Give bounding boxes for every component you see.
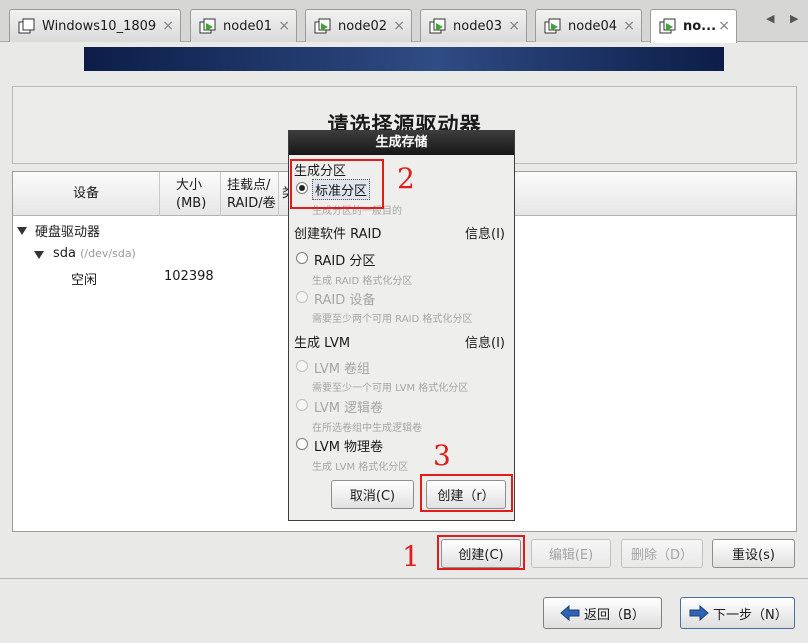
back-button[interactable]: 返回（B） bbox=[543, 597, 662, 629]
lvm-logical-label[interactable]: LVM 逻辑卷 bbox=[314, 397, 383, 416]
vm-running-icon bbox=[429, 18, 446, 33]
close-icon[interactable]: × bbox=[718, 19, 730, 33]
lvm-physical-desc: 生成 LVM 格式化分区 bbox=[312, 462, 409, 473]
tab-node01[interactable]: node01 × bbox=[190, 9, 297, 42]
raid-info-link[interactable]: 信息(I) bbox=[465, 223, 505, 242]
vm-tab-bar: Windows10_1809 × node01 × node02 × node0… bbox=[0, 0, 808, 43]
vm-running-icon bbox=[659, 18, 676, 34]
raid-device-label[interactable]: RAID 设备 bbox=[314, 289, 375, 308]
lvm-logical-radio[interactable] bbox=[296, 399, 308, 411]
expand-arrow-icon[interactable] bbox=[34, 251, 44, 259]
tab-node02[interactable]: node02 × bbox=[305, 9, 412, 42]
next-button[interactable]: 下一步（N） bbox=[680, 597, 795, 629]
disk-path: (/dev/sda) bbox=[80, 247, 136, 260]
column-device[interactable]: 设备 bbox=[13, 172, 160, 216]
tree-item-free[interactable]: 空闲 bbox=[71, 269, 97, 288]
annotation-number: 1 bbox=[402, 540, 420, 573]
scroll-right-icon[interactable]: ▶ bbox=[790, 12, 798, 25]
disk-name: sda bbox=[53, 246, 76, 261]
tab-label: Windows10_1809 bbox=[42, 18, 157, 34]
lvm-group-label[interactable]: LVM 卷组 bbox=[314, 358, 370, 377]
tree-item-hard-drives[interactable]: 硬盘驱动器 bbox=[35, 221, 100, 240]
close-icon[interactable]: × bbox=[278, 19, 290, 33]
close-icon[interactable]: × bbox=[508, 19, 520, 33]
close-icon[interactable]: × bbox=[623, 19, 635, 33]
tab-windows10[interactable]: Windows10_1809 × bbox=[9, 9, 181, 42]
dialog-cancel-button[interactable]: 取消(C) bbox=[331, 480, 414, 509]
vm-running-icon bbox=[314, 18, 331, 33]
lvm-group-desc: 需要至少一个可用 LVM 格式化分区 bbox=[312, 383, 469, 394]
tab-node03[interactable]: node03 × bbox=[420, 9, 527, 42]
next-label: 下一步（N） bbox=[713, 607, 788, 623]
lvm-physical-label[interactable]: LVM 物理卷 bbox=[314, 436, 383, 455]
highlight-standard-partition bbox=[290, 159, 384, 209]
footer-divider bbox=[0, 578, 808, 579]
lvm-physical-radio[interactable] bbox=[296, 438, 308, 450]
raid-device-radio[interactable] bbox=[296, 291, 308, 303]
raid-partition-label[interactable]: RAID 分区 bbox=[314, 250, 375, 269]
back-label: 返回（B） bbox=[584, 607, 645, 623]
section-create-lvm: 生成 LVM bbox=[294, 336, 351, 351]
raid-device-desc: 需要至少两个可用 RAID 格式化分区 bbox=[312, 314, 473, 325]
section-create-raid: 创建软件 RAID bbox=[294, 227, 382, 242]
highlight-create-button bbox=[437, 535, 525, 570]
vm-running-icon bbox=[544, 18, 561, 33]
expand-arrow-icon[interactable] bbox=[17, 227, 27, 235]
highlight-dialog-create bbox=[420, 474, 513, 512]
edit-button[interactable]: 编辑(E) bbox=[531, 539, 611, 568]
lvm-logical-desc: 在所选卷组中生成逻辑卷 bbox=[312, 423, 422, 434]
delete-button[interactable]: 删除（D） bbox=[621, 539, 703, 568]
tab-node04[interactable]: node04 × bbox=[535, 9, 642, 42]
annotation-number: 3 bbox=[433, 439, 451, 472]
tab-active-vm[interactable]: no... × bbox=[650, 9, 737, 43]
close-icon[interactable]: × bbox=[162, 19, 174, 33]
close-icon[interactable]: × bbox=[393, 19, 405, 33]
vm-running-icon bbox=[199, 18, 216, 33]
free-size-value: 102398 bbox=[164, 269, 214, 284]
next-arrow-icon bbox=[689, 605, 709, 621]
lvm-group-radio[interactable] bbox=[296, 360, 308, 372]
column-size[interactable]: 大小 (MB) bbox=[160, 172, 221, 216]
dialog-title: 生成存储 bbox=[289, 131, 514, 155]
scroll-left-icon[interactable]: ◀ bbox=[766, 12, 774, 25]
column-mount[interactable]: 挂载点/ RAID/卷 bbox=[221, 172, 279, 216]
tree-item-sda[interactable]: sda (/dev/sda) bbox=[53, 246, 136, 261]
annotation-number: 2 bbox=[397, 162, 415, 195]
raid-partition-desc: 生成 RAID 格式化分区 bbox=[312, 276, 413, 287]
back-arrow-icon bbox=[560, 605, 580, 621]
raid-partition-radio[interactable] bbox=[296, 252, 308, 264]
vm-window-icon bbox=[18, 18, 35, 33]
lvm-info-link[interactable]: 信息(I) bbox=[465, 332, 505, 351]
installer-banner bbox=[84, 47, 724, 71]
reset-button[interactable]: 重设(s) bbox=[712, 539, 795, 568]
